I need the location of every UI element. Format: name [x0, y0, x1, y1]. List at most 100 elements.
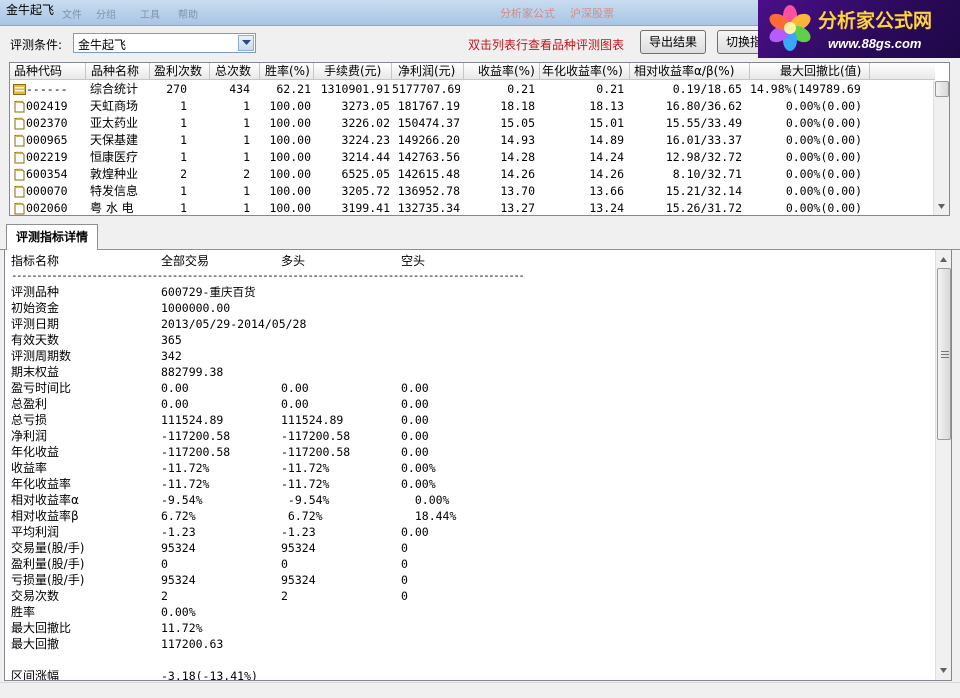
detail-value: 0.00% — [161, 605, 196, 619]
scroll-thumb[interactable] — [935, 81, 949, 97]
detail-scrollbar[interactable] — [935, 250, 951, 680]
cell-total: 1 — [243, 184, 250, 198]
detail-label: 亏损量(股/手) — [11, 573, 85, 587]
cell-wins: 2 — [180, 167, 187, 181]
scroll-up-icon[interactable] — [936, 252, 951, 268]
detail-row: 初始资金 1000000.00 — [11, 300, 911, 316]
table-row-summary[interactable]: ------ 综合统计 270 434 62.21 1310901.91 517… — [10, 81, 935, 98]
detail-label: 总盈利 — [11, 397, 48, 411]
column-header[interactable]: 总次数 — [210, 63, 260, 80]
column-header[interactable]: 年化收益率(%) — [540, 63, 630, 80]
cell-max-drawdown: 0.00%(0.00) — [785, 99, 862, 113]
condition-label: 评测条件: — [10, 38, 63, 52]
table-row[interactable]: 000070 特发信息 1 1 100.00 3205.72 136952.78 13.70 1… — [10, 183, 935, 200]
ghost-right-text: 分析家公式 — [500, 7, 555, 20]
detail-value: 6.72% — [281, 509, 323, 523]
column-header[interactable]: 品种名称 — [86, 63, 150, 80]
column-header[interactable]: 最大回撤比(值) — [750, 63, 870, 80]
cell-fee: 3224.23 — [341, 133, 390, 147]
table-row[interactable]: 000965 天保基建 1 1 100.00 3224.23 149266.20 14.93 1… — [10, 132, 935, 149]
cell-code: 600354 — [26, 167, 68, 181]
column-header[interactable]: 手续费(元) — [314, 63, 392, 80]
cell-alpha-beta: 16.01/33.37 — [665, 133, 742, 147]
cell-annual-return: 13.24 — [589, 201, 624, 215]
detail-row: 交易量(股/手) 95324 95324 0 — [11, 540, 911, 556]
cell-profit: 150474.37 — [397, 116, 460, 130]
summary-icon — [13, 84, 26, 95]
cell-fee: 3199.41 — [341, 201, 390, 215]
cell-name: 特发信息 — [90, 184, 139, 198]
cell-name: 恒康医疗 — [90, 150, 139, 164]
detail-label: 交易次数 — [11, 589, 60, 603]
detail-row: 平均利润 -1.23 -1.23 0.00 — [11, 524, 911, 540]
table-header: 品种代码 品种名称 盈利次数 总次数 胜率(%) 手续费(元) 净利润(元) 收… — [10, 63, 935, 80]
table-scrollbar[interactable] — [933, 81, 949, 215]
detail-label: 净利润 — [11, 429, 48, 443]
detail-value: -117200.58 — [161, 429, 231, 443]
export-button[interactable]: 导出结果 — [640, 30, 706, 54]
detail-value: 0 — [161, 557, 168, 571]
chevron-down-icon[interactable] — [238, 35, 254, 51]
site-logo: 分析家公式网 www.88gs.com — [758, 0, 960, 58]
detail-value: -9.54% — [161, 493, 203, 507]
grip-icon — [941, 351, 949, 358]
cell-alpha-beta: 0.19/18.65 — [672, 82, 742, 96]
detail-value: -117200.58 — [281, 429, 351, 443]
condition-select[interactable]: 金牛起飞 — [73, 33, 256, 53]
cell-total: 1 — [243, 116, 250, 130]
cell-fee: 6525.05 — [341, 167, 390, 181]
cell-fee: 3214.44 — [341, 150, 390, 164]
table-row[interactable]: 002370 亚太药业 1 1 100.00 3226.02 150474.37 15.05 1… — [10, 115, 935, 132]
table-row[interactable]: 002419 天虹商场 1 1 100.00 3273.05 181767.19 18.18 1… — [10, 98, 935, 115]
tab-indicator-details[interactable]: 评测指标详情 — [6, 224, 98, 250]
table-row[interactable]: 002219 恒康医疗 1 1 100.00 3214.44 142763.56 14.28 1… — [10, 149, 935, 166]
detail-value: 0.00 — [401, 445, 429, 459]
cell-fee: 3273.05 — [341, 99, 390, 113]
detail-row: 净利润 -117200.58 -117200.58 0.00 — [11, 428, 911, 444]
cell-wins: 1 — [180, 150, 187, 164]
cell-code: ------ — [26, 82, 68, 96]
cell-annual-return: 0.21 — [596, 82, 624, 96]
column-header[interactable]: 盈利次数 — [150, 63, 210, 80]
detail-row: 相对收益率β 6.72% 6.72% 18.44% — [11, 508, 911, 524]
detail-row: 年化收益率 -11.72% -11.72% 0.00% — [11, 476, 911, 492]
detail-header-row: 指标名称 全部交易 多头 空头 — [11, 253, 911, 269]
column-header[interactable]: 胜率(%) — [260, 63, 314, 80]
detail-row: 年化收益 -117200.58 -117200.58 0.00 — [11, 444, 911, 460]
cell-return: 14.26 — [500, 167, 535, 181]
detail-value: 117200.63 — [161, 637, 224, 651]
column-header[interactable]: 净利润(元) — [392, 63, 464, 80]
scroll-down-icon[interactable] — [934, 199, 949, 215]
status-bar — [0, 682, 960, 698]
detail-label: 平均利润 — [11, 525, 60, 539]
column-header[interactable]: 相对收益率α/β(%) — [630, 63, 750, 80]
column-header[interactable]: 收益率(%) — [464, 63, 540, 80]
detail-value: 0.00 — [281, 397, 309, 411]
table-row[interactable]: 002060 粤 水 电 1 1 100.00 3199.41 132735.34 13.27… — [10, 200, 935, 215]
detail-value: -117200.58 — [161, 445, 231, 459]
detail-value: 0.00 — [401, 397, 429, 411]
detail-value: -11.72% — [161, 477, 210, 491]
detail-label: 盈亏时间比 — [11, 381, 72, 395]
results-table[interactable]: 品种代码 品种名称 盈利次数 总次数 胜率(%) 手续费(元) 净利润(元) 收… — [9, 62, 950, 216]
cell-alpha-beta: 15.26/31.72 — [665, 201, 742, 215]
detail-value: 11.72% — [161, 621, 203, 635]
detail-label: 有效天数 — [11, 333, 60, 347]
detail-value: 882799.38 — [161, 365, 224, 379]
detail-value: 2013/05/29-2014/05/28 — [161, 317, 307, 331]
cell-total: 434 — [229, 82, 250, 96]
cell-winrate: 100.00 — [269, 167, 311, 181]
scroll-down-icon[interactable] — [936, 663, 951, 679]
cell-max-drawdown: 0.00%(0.00) — [785, 184, 862, 198]
ghost-menu-item: 帮助 — [178, 10, 198, 21]
column-header[interactable]: 品种代码 — [10, 63, 86, 80]
table-row[interactable]: 600354 敦煌种业 2 2 100.00 6525.05 142615.48 14.26 1… — [10, 166, 935, 183]
detail-value: 2 — [281, 589, 288, 603]
detail-value: 365 — [161, 333, 182, 347]
cell-profit: 132735.34 — [397, 201, 460, 215]
cell-annual-return: 18.13 — [589, 99, 624, 113]
detail-row: 总亏损 111524.89 111524.89 0.00 — [11, 412, 911, 428]
scroll-thumb[interactable] — [937, 268, 951, 440]
cell-code: 002370 — [26, 116, 68, 130]
cell-profit: 181767.19 — [397, 99, 460, 113]
